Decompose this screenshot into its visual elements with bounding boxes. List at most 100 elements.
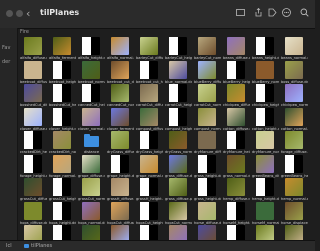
file-thumbnail bbox=[24, 84, 42, 102]
file-thumbnail bbox=[82, 37, 100, 55]
file-thumbnail bbox=[140, 60, 158, 79]
file-name-label: dryGrass_height.dds bbox=[136, 150, 163, 154]
file-thumbnail bbox=[53, 154, 71, 173]
file-thumbnail bbox=[53, 60, 71, 79]
file-thumbnail bbox=[24, 60, 42, 79]
file-thumbnail bbox=[53, 131, 71, 149]
file-thumbnail bbox=[82, 178, 100, 196]
file-thumbnail bbox=[198, 201, 216, 220]
finder-window: ‹ tilPlanes Fav der Fire alfalfa_diffuse… bbox=[0, 0, 315, 251]
file-name-label: dryManure_normal.dds bbox=[252, 150, 279, 154]
file-thumbnail bbox=[169, 178, 187, 196]
file-thumbnail bbox=[256, 201, 274, 220]
path-bar: Icl tilPlanes bbox=[0, 240, 315, 251]
tag-icon[interactable] bbox=[268, 8, 277, 17]
file-thumbnail bbox=[285, 225, 303, 240]
file-thumbnail bbox=[82, 201, 100, 220]
file-thumbnail bbox=[53, 107, 71, 126]
search-icon[interactable] bbox=[300, 8, 309, 17]
file-thumbnail bbox=[140, 225, 158, 240]
file-thumbnail bbox=[111, 37, 129, 55]
file-thumbnail bbox=[169, 84, 187, 102]
file-thumbnail bbox=[140, 131, 158, 149]
title-bar: ‹ tilPlanes bbox=[0, 0, 315, 29]
file-name-label: beans_normal.dds bbox=[281, 56, 308, 60]
file-thumbnail bbox=[82, 225, 100, 240]
file-name-label: hemp_normal.dds bbox=[281, 197, 308, 201]
file-thumbnail bbox=[82, 84, 100, 102]
file-thumbnail bbox=[82, 107, 100, 126]
file-thumbnail bbox=[256, 178, 274, 196]
file-thumbnail bbox=[285, 178, 303, 196]
file-thumbnail bbox=[256, 225, 274, 240]
more-icon[interactable] bbox=[282, 8, 291, 17]
chevron-left-icon[interactable]: ‹ bbox=[26, 7, 30, 20]
file-thumbnail bbox=[198, 107, 216, 126]
file-thumbnail bbox=[24, 154, 42, 173]
breadcrumb-item[interactable]: tilPlanes bbox=[31, 243, 52, 249]
file-name-label: dryManure_height.dds bbox=[223, 150, 250, 154]
file-thumbnail bbox=[198, 131, 216, 149]
file-name-label: chickpea_diffuse.dds bbox=[223, 103, 250, 107]
file-thumbnail bbox=[227, 178, 245, 196]
file-thumbnail bbox=[285, 37, 303, 55]
window-title: tilPlanes bbox=[40, 8, 80, 17]
file-thumbnail bbox=[140, 178, 158, 196]
file-thumbnail bbox=[140, 107, 158, 126]
file-name-label: barleyCut_height.dds bbox=[165, 56, 192, 60]
file-name-label: alfalfa_diffuse.dds bbox=[20, 56, 47, 60]
file-thumbnail bbox=[82, 154, 100, 173]
sidebar-item-label[interactable]: der bbox=[2, 59, 10, 65]
file-thumbnail bbox=[169, 60, 187, 79]
file-name-label: hemp_height.dds bbox=[252, 197, 279, 201]
file-thumbnail bbox=[24, 131, 42, 149]
file-thumbnail bbox=[111, 178, 129, 196]
file-thumbnail bbox=[111, 154, 129, 173]
file-thumbnail bbox=[140, 84, 158, 102]
file-thumbnail bbox=[285, 84, 303, 102]
view-options-icon[interactable] bbox=[236, 8, 245, 17]
file-thumbnail bbox=[140, 154, 158, 173]
file-thumbnail bbox=[111, 84, 129, 102]
sidebar: Fav der bbox=[0, 28, 18, 240]
file-thumbnail bbox=[169, 131, 187, 149]
minimize-window-button[interactable] bbox=[16, 10, 23, 17]
file-name-label: grassCut_normal.dds bbox=[78, 197, 105, 201]
file-thumbnail bbox=[53, 178, 71, 196]
file-thumbnail bbox=[111, 225, 129, 240]
file-thumbnail bbox=[256, 60, 274, 79]
file-thumbnail bbox=[140, 201, 158, 220]
file-thumbnail bbox=[256, 37, 274, 55]
file-thumbnail bbox=[198, 60, 216, 79]
file-name-label: grass_diffuse.png bbox=[165, 197, 192, 201]
file-thumbnail bbox=[169, 225, 187, 240]
file-thumbnail bbox=[53, 37, 71, 55]
file-thumbnail bbox=[198, 154, 216, 173]
file-thumbnail bbox=[169, 201, 187, 220]
breadcrumb-item[interactable]: Icl bbox=[6, 243, 12, 249]
file-thumbnail bbox=[227, 201, 245, 220]
file-name-label: carrotCut_diffuse.dds bbox=[136, 103, 163, 107]
file-thumbnail bbox=[24, 37, 42, 55]
file-thumbnail bbox=[256, 107, 274, 126]
file-name-label: distance bbox=[83, 150, 100, 154]
file-thumbnail bbox=[53, 84, 71, 102]
file-thumbnail bbox=[169, 37, 187, 55]
sidebar-item-label[interactable]: Fav bbox=[2, 45, 10, 51]
file-thumbnail bbox=[169, 107, 187, 126]
file-thumbnail bbox=[227, 37, 245, 55]
file-thumbnail bbox=[198, 84, 216, 102]
file-thumbnail bbox=[285, 107, 303, 126]
file-thumbnail bbox=[82, 60, 100, 79]
file-thumbnail bbox=[227, 84, 245, 102]
file-thumbnail bbox=[256, 84, 274, 102]
file-name-label: alfalfa_normal.dds bbox=[107, 56, 134, 60]
file-thumbnail bbox=[169, 154, 187, 173]
file-thumbnail bbox=[285, 131, 303, 149]
file-thumbnail bbox=[24, 107, 42, 126]
file-thumbnail bbox=[256, 154, 274, 173]
close-window-button[interactable] bbox=[6, 10, 13, 17]
file-name-label: grassH_diffuse.dds bbox=[107, 197, 134, 201]
share-icon[interactable] bbox=[254, 7, 263, 17]
file-name-label: cannedCut_height.dds bbox=[78, 103, 105, 107]
